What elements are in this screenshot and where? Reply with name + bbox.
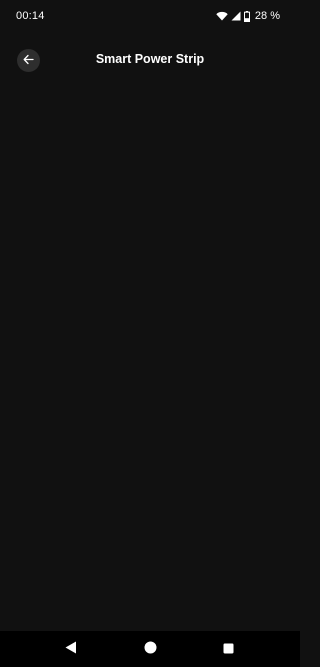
wifi-icon [216, 11, 228, 21]
content-area [0, 80, 300, 630]
battery-icon [243, 10, 250, 22]
app-bar: Smart Power Strip [0, 44, 300, 76]
nav-back-button[interactable] [64, 641, 78, 659]
nav-home-button[interactable] [143, 641, 157, 659]
status-bar: 00:14 28 % [0, 0, 300, 34]
status-icons: 28 % [216, 9, 280, 23]
page-title: Smart Power Strip [95, 52, 205, 66]
battery-percentage: 28 % [254, 10, 280, 22]
navigation-bar [0, 631, 300, 667]
screen: 00:14 28 % Smart Power Strip [0, 0, 300, 667]
nav-recents-button[interactable] [221, 643, 235, 657]
nav-back-icon [65, 641, 77, 659]
status-time: 00:14 [16, 10, 45, 22]
nav-recents-icon [223, 641, 234, 659]
nav-home-icon [144, 641, 157, 659]
cell-signal-icon [231, 11, 241, 21]
